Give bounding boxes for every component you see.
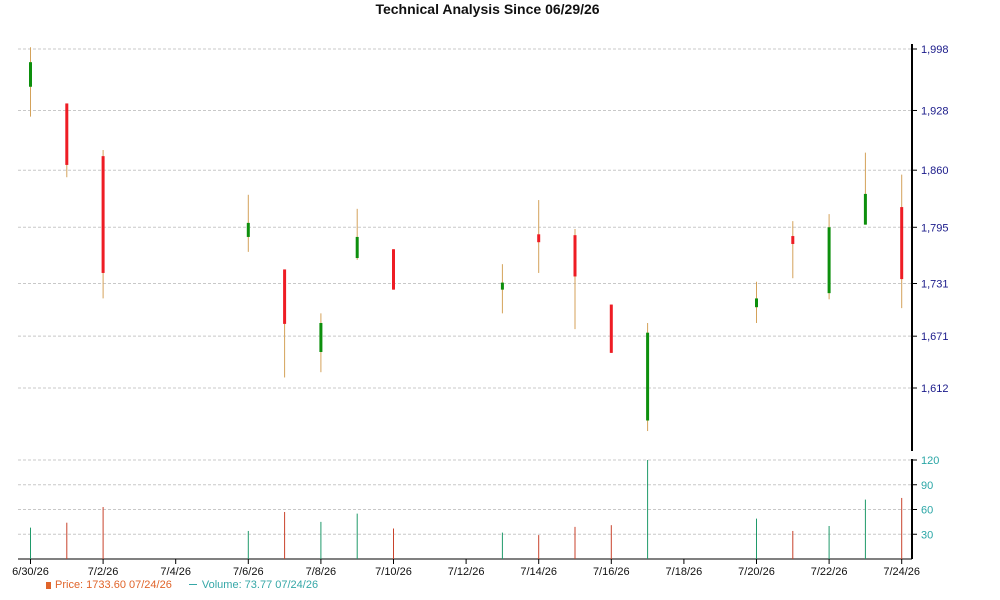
volume-bars — [30, 460, 903, 559]
price-tick-label: 1,928 — [921, 105, 949, 117]
axes — [18, 44, 917, 564]
volume-tick-label: 120 — [921, 455, 939, 467]
x-tick-label: 7/8/26 — [306, 566, 337, 578]
candle-body — [65, 103, 69, 165]
candle-body — [392, 249, 395, 290]
price-legend-marker — [46, 582, 51, 589]
price-tick-label: 1,795 — [921, 222, 949, 234]
x-tick-label: 7/6/26 — [233, 566, 264, 578]
x-tick-label: 7/10/26 — [375, 566, 412, 578]
candle-body — [355, 236, 359, 259]
candle-body — [863, 193, 867, 225]
x-tick-label: 7/24/26 — [883, 566, 920, 578]
x-tick-label: 7/16/26 — [593, 566, 630, 578]
price-tick-label: 1,671 — [921, 331, 949, 343]
candle-body — [537, 234, 541, 243]
price-tick-label: 1,612 — [921, 383, 949, 395]
x-tick-label: 7/12/26 — [448, 566, 485, 578]
price-legend-label: Price: 1733.60 07/24/26 — [55, 579, 172, 591]
candle-body — [609, 304, 613, 353]
volume-legend-marker — [188, 584, 197, 585]
price-tick-label: 1,998 — [921, 44, 949, 56]
volume-legend-label: Volume: 73.77 07/24/26 — [201, 579, 319, 591]
grid-lines — [18, 48, 912, 535]
candle-body — [791, 236, 795, 244]
candle-body — [29, 62, 32, 87]
volume-tick-label: 30 — [921, 529, 933, 541]
x-tick-label: 7/22/26 — [811, 566, 848, 578]
candle-body — [283, 269, 287, 324]
volume-tick-label: 90 — [921, 480, 933, 492]
candle-body — [101, 156, 105, 273]
legend: Price: 1733.60 07/24/26 Volume: 73.77 07… — [46, 579, 318, 591]
x-tick-label: 6/30/26 — [12, 566, 49, 578]
candle-body — [319, 323, 323, 352]
candle-body — [246, 222, 250, 237]
price-tick-label: 1,731 — [921, 278, 949, 290]
candle-body — [755, 298, 758, 308]
volume-tick-label: 60 — [921, 505, 933, 517]
x-tick-label: 7/2/26 — [88, 566, 119, 578]
price-tick-label: 1,860 — [921, 165, 949, 177]
candle-body — [827, 227, 831, 294]
candle-body — [900, 207, 904, 280]
x-tick-label: 7/4/26 — [160, 566, 191, 578]
candle-body — [573, 235, 577, 277]
x-tick-label: 7/18/26 — [666, 566, 703, 578]
candle-body — [646, 332, 650, 421]
candle-body — [500, 282, 504, 290]
x-tick-label: 7/14/26 — [520, 566, 557, 578]
candles — [29, 47, 904, 432]
tick-labels: 1,998 1,928 1,860 1,795 1,731 1,671 1,612 120 90… — [12, 44, 948, 578]
chart-svg: 1,998 1,928 1,860 1,795 1,731 1,671 1,612 120 90… — [12, 44, 949, 578]
x-tick-label: 7/20/26 — [738, 566, 775, 578]
